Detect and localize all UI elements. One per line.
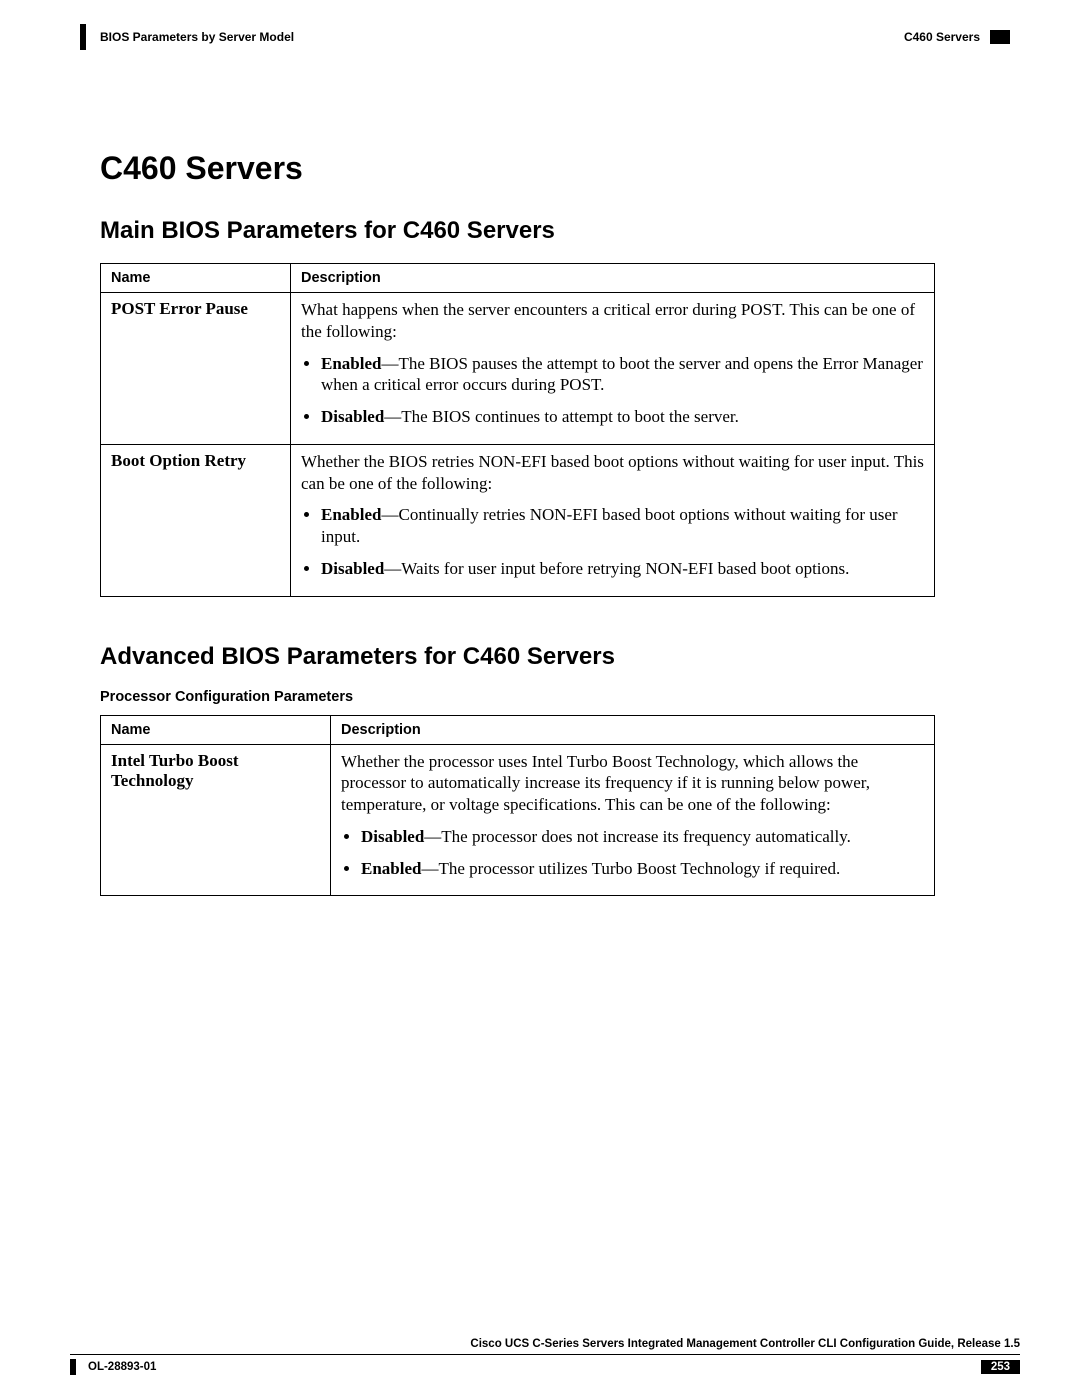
- param-name: Boot Option Retry: [101, 444, 291, 596]
- opt-text: —The processor does not increase its fre…: [424, 827, 851, 846]
- list-item: Disabled—Waits for user input before ret…: [321, 558, 924, 580]
- section-advanced-title: Advanced BIOS Parameters for C460 Server…: [100, 643, 1010, 671]
- opt-text: —Continually retries NON-EFI based boot …: [321, 505, 898, 546]
- list-item: Enabled—The processor utilizes Turbo Boo…: [361, 858, 924, 880]
- page-number: 253: [981, 1360, 1020, 1374]
- opt-label: Enabled: [361, 859, 421, 878]
- opt-label: Disabled: [321, 407, 384, 426]
- opt-label: Disabled: [321, 559, 384, 578]
- footer-indicator: [70, 1359, 76, 1375]
- param-desc: Whether the BIOS retries NON-EFI based b…: [291, 444, 935, 596]
- col-desc: Description: [291, 264, 935, 293]
- header-indicator-left: [80, 24, 86, 50]
- table-row: Boot Option Retry Whether the BIOS retri…: [101, 444, 935, 596]
- advanced-bios-table: Name Description Intel Turbo Boost Techn…: [100, 715, 935, 897]
- subsection-title: Processor Configuration Parameters: [100, 689, 1010, 705]
- list-item: Enabled—Continually retries NON-EFI base…: [321, 504, 924, 548]
- param-intro: Whether the processor uses Intel Turbo B…: [341, 751, 924, 816]
- footer-doc-title: Cisco UCS C-Series Servers Integrated Ma…: [70, 1338, 1020, 1350]
- col-name: Name: [101, 715, 331, 744]
- param-desc: What happens when the server encounters …: [291, 293, 935, 445]
- col-desc: Description: [331, 715, 935, 744]
- opt-label: Enabled: [321, 505, 381, 524]
- opt-text: —The BIOS pauses the attempt to boot the…: [321, 354, 923, 395]
- table-header-row: Name Description: [101, 264, 935, 293]
- table-row: POST Error Pause What happens when the s…: [101, 293, 935, 445]
- table-header-row: Name Description: [101, 715, 935, 744]
- running-header: BIOS Parameters by Server Model C460 Ser…: [80, 24, 1010, 50]
- main-bios-table: Name Description POST Error Pause What h…: [100, 263, 935, 597]
- col-name: Name: [101, 264, 291, 293]
- param-name: POST Error Pause: [101, 293, 291, 445]
- opt-label: Enabled: [321, 354, 381, 373]
- page-title: C460 Servers: [100, 150, 1010, 187]
- param-name: Intel Turbo Boost Technology: [101, 744, 331, 896]
- param-intro: What happens when the server encounters …: [301, 299, 924, 343]
- header-indicator-right: [990, 30, 1010, 44]
- opt-text: —The BIOS continues to attempt to boot t…: [384, 407, 739, 426]
- table-row: Intel Turbo Boost Technology Whether the…: [101, 744, 935, 896]
- page-footer: Cisco UCS C-Series Servers Integrated Ma…: [70, 1338, 1020, 1375]
- list-item: Disabled—The BIOS continues to attempt t…: [321, 406, 924, 428]
- opt-text: —Waits for user input before retrying NO…: [384, 559, 849, 578]
- opt-text: —The processor utilizes Turbo Boost Tech…: [421, 859, 840, 878]
- list-item: Enabled—The BIOS pauses the attempt to b…: [321, 353, 924, 397]
- header-section: C460 Servers: [904, 30, 980, 44]
- header-chapter: BIOS Parameters by Server Model: [100, 30, 294, 44]
- param-desc: Whether the processor uses Intel Turbo B…: [331, 744, 935, 896]
- list-item: Disabled—The processor does not increase…: [361, 826, 924, 848]
- param-intro: Whether the BIOS retries NON-EFI based b…: [301, 451, 924, 495]
- section-main-title: Main BIOS Parameters for C460 Servers: [100, 217, 1010, 245]
- footer-doc-id: OL-28893-01: [88, 1361, 156, 1373]
- opt-label: Disabled: [361, 827, 424, 846]
